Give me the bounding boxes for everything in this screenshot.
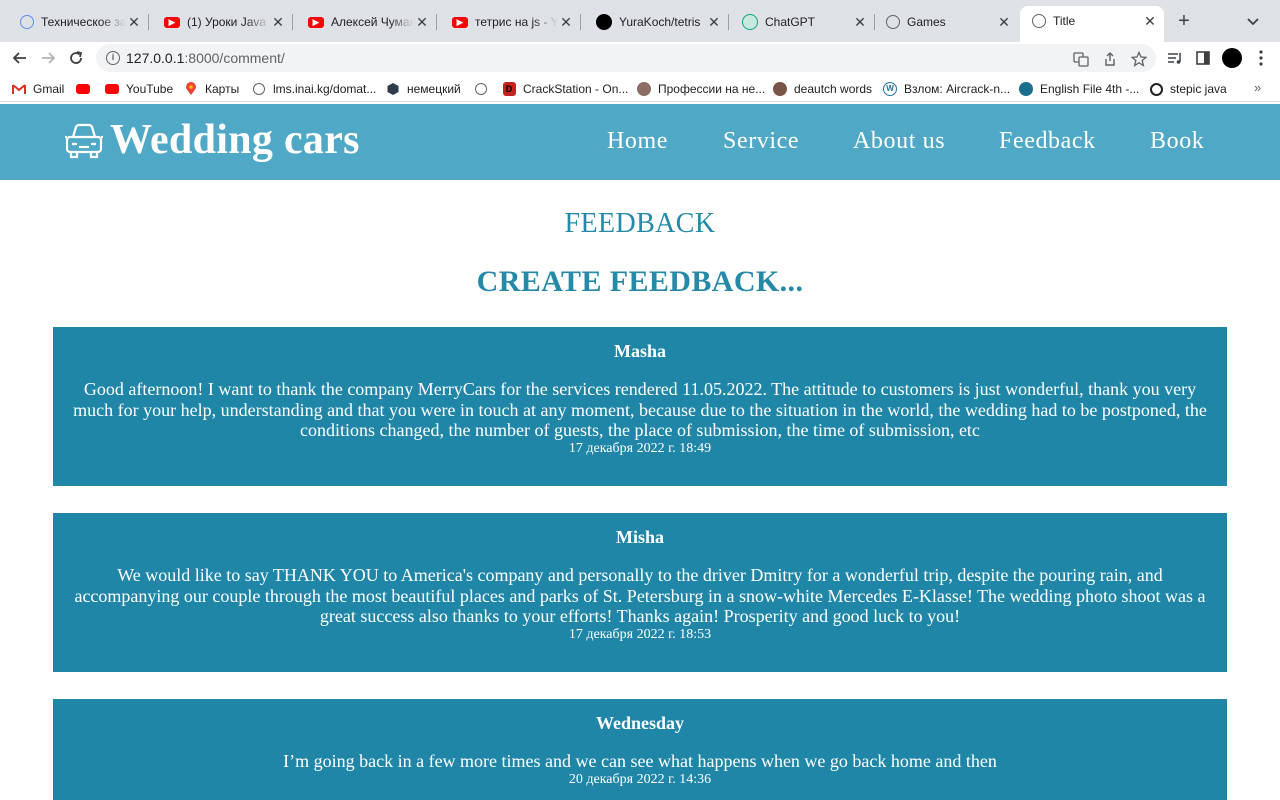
side-panel-icon[interactable] (1193, 48, 1213, 68)
nav-home[interactable]: Home (607, 128, 668, 155)
bookmarks-bar: Gmail YouTube Карты lms.inai.kg/domat...… (0, 76, 1280, 102)
browser-tab-strip: Техническое задание ✕ ▶ (1) Уроки Java д… (0, 0, 1280, 42)
url-text: 127.0.0.1:8000/comment/ (126, 50, 285, 66)
browser-tab[interactable]: ▶ Алексей Чумаков ✕ (296, 8, 437, 36)
bookmark-crackstation[interactable]: D CrackStation - On... (502, 81, 628, 97)
close-tab-icon[interactable]: ✕ (996, 14, 1012, 30)
browser-tab-active[interactable]: Title ✕ (1020, 6, 1164, 42)
tab-title: (1) Уроки Java для начинающих (187, 15, 270, 29)
browser-tab[interactable]: Техническое задание ✕ (8, 8, 149, 36)
browser-tab[interactable]: ▶ (1) Уроки Java для начинающих ✕ (152, 8, 293, 36)
browser-toolbar: i 127.0.0.1:8000/comment/ (0, 42, 1280, 74)
tab-title: Техническое задание (41, 15, 126, 29)
feedback-card: Masha Good afternoon! I want to thank th… (53, 327, 1227, 486)
page-title: FEEDBACK (564, 208, 716, 239)
youtube-icon (76, 82, 90, 96)
globe-tab-icon (20, 15, 34, 29)
english-file-icon (1019, 82, 1033, 96)
feedback-text: I’m going back in a few more times and w… (283, 751, 997, 771)
tab-title: Title (1053, 14, 1076, 28)
site-logo-text[interactable]: Wedding cars (110, 116, 360, 164)
maps-pin-icon (184, 82, 198, 96)
browser-tab[interactable]: ▶ тетрис на js - YouTube ✕ (440, 8, 581, 36)
feedback-text: Good afternoon! I want to thank the comp… (73, 379, 1207, 440)
bookmark-youtube-icon-only[interactable] (76, 81, 97, 97)
reading-list-icon[interactable] (1165, 48, 1185, 68)
tab-title: YuraKoch/tetris (619, 15, 701, 29)
feedback-date: 17 декабря 2022 г. 18:49 (568, 440, 712, 456)
browser-tab[interactable]: YuraKoch/tetris ✕ (584, 8, 729, 36)
feedback-date: 17 декабря 2022 г. 18:53 (568, 626, 712, 642)
feedback-author: Masha (613, 341, 666, 361)
close-tab-icon[interactable]: ✕ (558, 14, 574, 30)
youtube-icon: ▶ (452, 16, 468, 28)
bookmark-star-icon[interactable] (1130, 50, 1148, 68)
chatgpt-icon (742, 14, 758, 30)
bookmark-english-file[interactable]: English File 4th -... (1019, 81, 1139, 97)
stepik-icon (1149, 82, 1163, 96)
browser-tab[interactable]: Games ✕ (874, 8, 1018, 36)
gmail-icon (12, 82, 26, 96)
feedback-card: Misha We would like to say THANK YOU to … (53, 513, 1227, 672)
browser-tab[interactable]: ChatGPT ✕ (730, 8, 875, 36)
car-logo-icon[interactable] (64, 121, 104, 161)
nav-feedback[interactable]: Feedback (999, 128, 1096, 155)
forward-arrow-icon[interactable] (38, 48, 58, 68)
tab-title: Алексей Чумаков (331, 15, 414, 29)
youtube-icon: ▶ (308, 16, 324, 28)
site-header: Wedding cars Home Service About us Feedb… (0, 104, 1280, 180)
more-menu-icon[interactable] (1251, 48, 1271, 68)
youtube-icon (105, 82, 119, 96)
close-tab-icon[interactable]: ✕ (270, 14, 286, 30)
github-icon (596, 14, 612, 30)
bookmark-youtube[interactable]: YouTube (105, 81, 173, 97)
tab-title: Games (907, 15, 946, 29)
bookmark-gmail[interactable]: Gmail (12, 81, 64, 97)
tab-title: тетрис на js - YouTube (475, 15, 558, 29)
address-bar[interactable]: i 127.0.0.1:8000/comment/ (96, 44, 1156, 72)
feedback-author: Wednesday (595, 713, 685, 733)
tab-search-chevron-icon[interactable] (1244, 12, 1262, 30)
bookmark-stepic[interactable]: stepic java (1149, 81, 1227, 97)
profile-avatar[interactable] (1222, 48, 1242, 68)
globe-icon (1032, 14, 1046, 28)
close-tab-icon[interactable]: ✕ (852, 14, 868, 30)
globe-icon (474, 82, 488, 96)
back-arrow-icon[interactable] (10, 48, 30, 68)
nav-service[interactable]: Service (723, 128, 799, 155)
site-info-icon[interactable]: i (106, 51, 120, 65)
bookmark-globe[interactable] (474, 81, 495, 97)
close-tab-icon[interactable]: ✕ (706, 14, 722, 30)
avatar-icon (637, 82, 651, 96)
nav-book[interactable]: Book (1150, 128, 1204, 155)
youtube-icon: ▶ (164, 16, 180, 28)
bookmark-deutch-words[interactable]: deautch words (773, 81, 872, 97)
share-icon[interactable] (1101, 50, 1119, 68)
feedback-text: We would like to say THANK YOU to Americ… (74, 565, 1206, 626)
hexagon-icon (386, 82, 400, 96)
new-tab-button[interactable]: + (1174, 11, 1194, 32)
feedback-author: Misha (615, 527, 664, 547)
crackstation-icon: D (502, 82, 516, 96)
close-tab-icon[interactable]: ✕ (414, 14, 430, 30)
nav-about-us[interactable]: About us (853, 128, 945, 155)
feedback-card: Wednesday I’m going back in a few more t… (53, 699, 1227, 800)
tab-title: ChatGPT (765, 15, 816, 29)
reload-icon[interactable] (66, 48, 86, 68)
close-tab-icon[interactable]: ✕ (1142, 13, 1158, 29)
avatar-icon (773, 82, 787, 96)
bookmark-maps[interactable]: Карты (184, 81, 239, 97)
more-bookmarks-button[interactable]: » (1254, 80, 1261, 95)
feedback-date: 20 декабря 2022 г. 14:36 (568, 771, 712, 787)
close-tab-icon[interactable]: ✕ (126, 14, 142, 30)
bookmark-aircrack[interactable]: W Взлом: Aircrack-n... (883, 81, 1010, 97)
globe-icon (252, 82, 266, 96)
bookmark-professions[interactable]: Профессии на не... (637, 81, 765, 97)
translate-icon[interactable] (1072, 50, 1090, 68)
globe-icon (886, 15, 900, 29)
bookmark-german[interactable]: немецкий (386, 81, 461, 97)
wordpress-icon: W (883, 82, 897, 96)
create-feedback-link[interactable]: CREATE FEEDBACK... (0, 265, 1280, 299)
bookmark-lms[interactable]: lms.inai.kg/domat... (252, 81, 376, 97)
